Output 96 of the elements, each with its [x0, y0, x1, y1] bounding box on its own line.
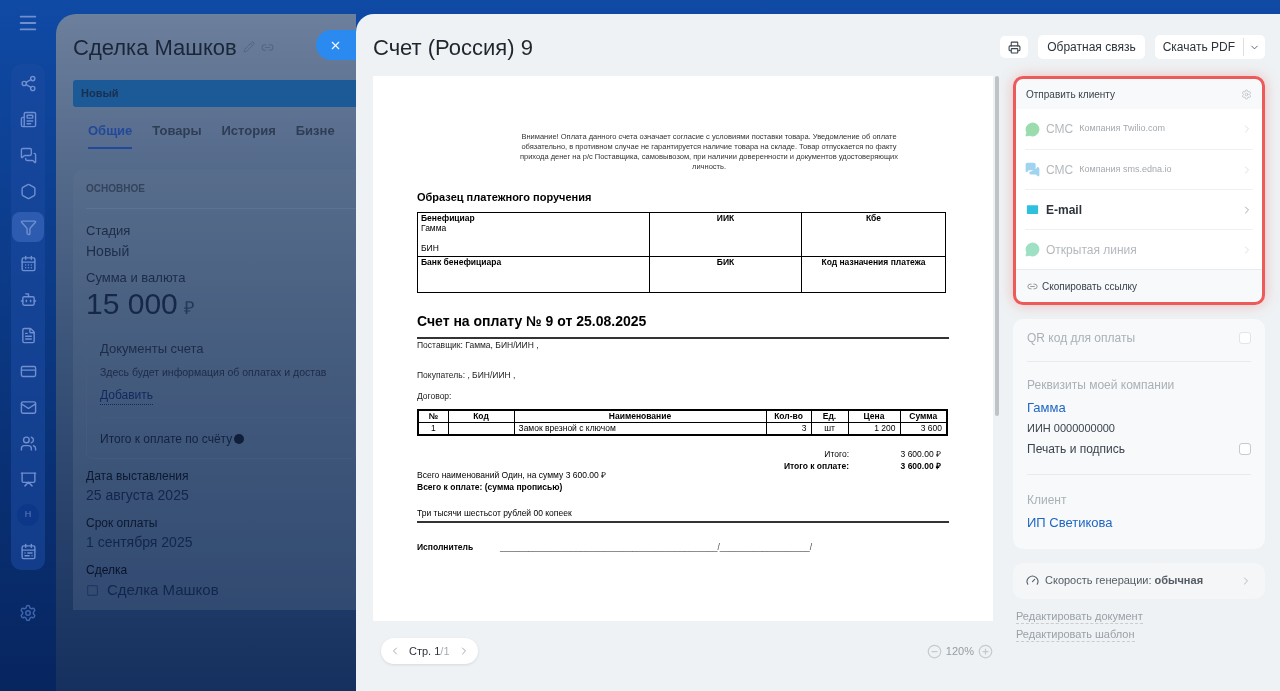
nav-icon — [19, 542, 37, 560]
settings-icon[interactable] — [19, 604, 37, 622]
cell-heading: Банк бенефициара — [421, 256, 503, 267]
copy-link[interactable]: Скопировать ссылку — [1042, 278, 1137, 294]
order-title: Образец платежного поручения — [417, 190, 593, 205]
speed-text: Скорость генерации: обычная — [1045, 573, 1204, 589]
invoice-title: Счет на оплату № 9 от 25.08.2025 — [417, 310, 949, 339]
option-label: Печать и подпись — [1027, 441, 1126, 458]
total-label: Итого: — [824, 447, 849, 460]
page-total: /1 — [440, 643, 450, 659]
nav-icon — [19, 182, 37, 200]
column-header: Наименование — [514, 409, 766, 423]
cell-heading: ИИК — [715, 212, 736, 223]
contract-text: Договор: — [417, 390, 453, 403]
cell-text: БИН — [421, 242, 440, 253]
nav-icon — [19, 146, 37, 164]
client-link[interactable]: ИП Светикова — [1027, 513, 1251, 533]
nav-icon — [19, 110, 37, 128]
total-label: Итого к оплате: — [783, 459, 849, 472]
page-number: Стр. 1 — [409, 643, 441, 659]
field-label: Сделка — [86, 562, 128, 580]
panel-title: Отправить клиенту — [1026, 87, 1116, 102]
zoom-in-icon[interactable] — [978, 643, 993, 659]
feedback-button[interactable]: Обратная связь — [1038, 35, 1145, 59]
column-header: Код — [448, 409, 514, 423]
checkbox[interactable] — [1239, 443, 1251, 455]
nav-icon — [19, 398, 37, 416]
field-label: Реквизиты моей компании — [1027, 377, 1176, 394]
channel-provider: Компания sms.edna.io — [1079, 162, 1172, 176]
signature-line: ______________________________________________/___________________/ — [500, 540, 812, 554]
column-header: Кол-во — [766, 409, 811, 423]
field-label: Документы счета — [100, 340, 204, 358]
total-value: 3 600.00 ₽ — [899, 447, 941, 460]
zoom-level: 120% — [945, 643, 974, 659]
download-button[interactable]: Скачать PDF — [1154, 35, 1265, 59]
messages-icon — [1025, 162, 1040, 177]
stage-bar[interactable]: Новый — [73, 80, 356, 107]
amount-words-title: Всего к оплате: (сумма прописью) — [417, 480, 564, 493]
slider-title: Счет (Россия) 9 — [373, 33, 533, 62]
print-button[interactable] — [1000, 36, 1029, 58]
settings-icon[interactable] — [1241, 88, 1252, 100]
column-header: Ед. — [811, 409, 848, 423]
edit-link[interactable]: Редактировать шаблон — [1016, 626, 1135, 642]
gauge-icon — [1026, 574, 1039, 587]
chat-icon — [1025, 121, 1040, 137]
cell-heading: Кбе — [864, 212, 883, 223]
field-value: Новый — [86, 241, 131, 261]
cell-heading: Бенефициар — [421, 212, 476, 223]
tab[interactable]: Общие — [88, 121, 133, 149]
help-icon[interactable] — [234, 434, 245, 445]
cell-text: Гамма — [421, 222, 447, 233]
chat-icon — [1025, 242, 1040, 257]
cell-heading: Код назначения платежа — [820, 256, 927, 267]
channel-provider: Компания Twilio.com — [1079, 122, 1165, 136]
channel-name: Открытая линия — [1046, 241, 1137, 259]
company-id: ИИН 0000000000 — [1027, 420, 1116, 436]
column-header: Цена — [848, 409, 900, 423]
edit-icon[interactable] — [242, 41, 255, 53]
field-label: Дата выставления — [86, 468, 189, 486]
currency-sign: ₽ — [183, 297, 194, 320]
buyer-text: Покупатель: , БИН/ИИН , — [417, 369, 517, 382]
nav-icon — [19, 218, 37, 236]
nav-icon — [19, 326, 37, 344]
nav-icon — [19, 290, 37, 308]
speed-row[interactable]: Скорость генерации: обычная — [1013, 562, 1265, 599]
amount-value: 15 000 — [86, 287, 178, 321]
nav-icon — [19, 254, 37, 272]
nav-icon — [19, 434, 37, 452]
cell-heading: БИК — [715, 256, 736, 267]
signer-label: Исполнитель — [417, 540, 475, 554]
tab[interactable]: История — [221, 121, 276, 149]
option-label: QR код для оплаты — [1027, 330, 1135, 347]
amount-words: Три тысячи шестьсот рублей 00 копеек — [417, 506, 949, 523]
nav-icon — [19, 74, 37, 92]
field-label: Клиент — [1027, 492, 1068, 509]
field-label: Срок оплаты — [86, 515, 158, 533]
tab[interactable]: Товары — [152, 121, 202, 149]
print-icon — [1007, 40, 1021, 54]
column-header: № — [418, 409, 448, 423]
edit-link[interactable]: Редактировать документ — [1016, 608, 1143, 624]
supplier-text: Поставщик: Гамма, БИН/ИИН , — [417, 338, 540, 352]
close-button[interactable] — [316, 30, 356, 60]
channel-name: СМС — [1046, 161, 1074, 179]
deal-title: Сделка Машков — [73, 33, 237, 62]
scrollbar[interactable] — [995, 76, 999, 416]
total-value: 3 600.00 ₽ — [899, 459, 941, 472]
channel-item[interactable]: E-mail — [1025, 189, 1253, 229]
channel-name: СМС — [1046, 121, 1074, 138]
company-link[interactable]: Гамма — [1027, 398, 1251, 418]
items-summary: Всего наименований Один, на сумму 3 600.00 ₽ — [417, 468, 608, 481]
tab[interactable]: Бизне — [295, 121, 335, 149]
zoom-out-icon[interactable] — [926, 643, 942, 659]
field-label: Стадия — [86, 222, 131, 240]
nav-icon — [19, 470, 37, 488]
nav-item[interactable] — [12, 212, 44, 242]
channel-name: E-mail — [1046, 201, 1082, 219]
